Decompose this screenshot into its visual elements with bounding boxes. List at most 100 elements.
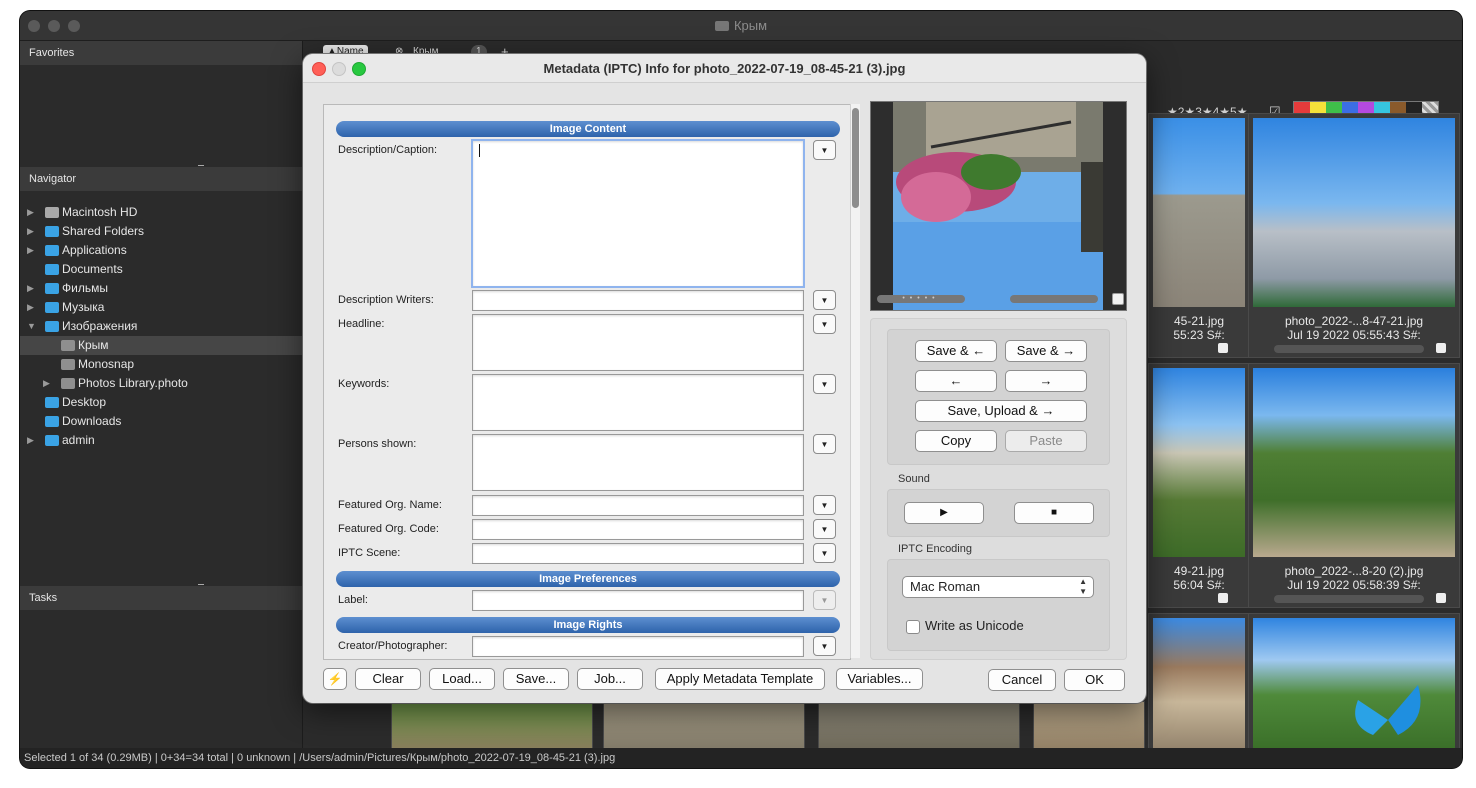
navigator-item[interactable]: Desktop — [20, 393, 302, 412]
thumbnail-checkbox[interactable] — [1436, 593, 1446, 603]
window-titlebar: Крым — [20, 11, 1462, 41]
navigator-item[interactable]: ▼ Изображения — [20, 317, 302, 336]
write-unicode-checkbox[interactable] — [906, 620, 920, 634]
lightning-button[interactable]: ⚡ — [323, 668, 347, 690]
variables-button[interactable]: Variables... — [836, 668, 923, 690]
play-sound-button[interactable]: ▶ — [904, 502, 984, 524]
navigator-header[interactable]: Navigator — [20, 167, 302, 191]
featured-org-code-field[interactable] — [472, 519, 804, 540]
navigator-item[interactable]: Monosnap — [20, 355, 302, 374]
keywords-label: Keywords: — [338, 378, 390, 390]
save-next-button[interactable]: Save & → — [1005, 340, 1087, 362]
save-prev-button[interactable]: Save & ← — [915, 340, 997, 362]
navigator-item-label: Музыка — [62, 300, 105, 314]
save-upload-next-button[interactable]: Save, Upload & → — [915, 400, 1087, 422]
navigator-item-label: Downloads — [62, 414, 122, 428]
image-preview: ••••• — [870, 101, 1127, 311]
ok-button[interactable]: OK — [1064, 669, 1125, 691]
description-writers-label: Description Writers: — [338, 294, 434, 306]
headline-field[interactable] — [472, 314, 804, 371]
navigator-item[interactable]: ▶ Фильмы — [20, 279, 302, 298]
featured-org-name-dropdown-button[interactable]: ▼ — [813, 495, 836, 515]
creator-dropdown-button[interactable]: ▼ — [813, 636, 836, 656]
thumbnail-cell[interactable] — [391, 701, 593, 755]
label-field[interactable] — [472, 590, 804, 611]
description-field[interactable] — [471, 139, 805, 288]
preview-photo — [893, 102, 1103, 310]
disclosure-closed-icon[interactable]: ▶ — [43, 374, 53, 393]
navigator-item-label: Изображения — [62, 319, 138, 333]
folder-icon — [45, 245, 59, 256]
preview-checkbox[interactable] — [1112, 293, 1124, 305]
iptc-scene-dropdown-button[interactable]: ▼ — [813, 543, 836, 563]
folder-icon — [45, 283, 59, 294]
disclosure-closed-icon[interactable]: ▶ — [27, 279, 37, 298]
navigator-item[interactable]: ▶ Photos Library.photo — [20, 374, 302, 393]
disclosure-closed-icon[interactable]: ▶ — [27, 298, 37, 317]
folder-icon — [45, 397, 59, 408]
favorites-header[interactable]: Favorites — [20, 41, 302, 65]
description-dropdown-button[interactable]: ▼ — [813, 140, 836, 160]
thumbnail-checkbox[interactable] — [1218, 593, 1228, 603]
thumbnail-cell[interactable] — [1148, 613, 1250, 758]
cancel-button[interactable]: Cancel — [988, 669, 1056, 691]
label-dropdown-button[interactable]: ▼ — [813, 590, 836, 610]
featured-org-code-dropdown-button[interactable]: ▼ — [813, 519, 836, 539]
thumbnail-cell[interactable] — [1033, 701, 1145, 755]
thumbnail-cell[interactable] — [603, 701, 805, 755]
disclosure-closed-icon[interactable]: ▶ — [27, 203, 37, 222]
disclosure-closed-icon[interactable]: ▶ — [27, 431, 37, 450]
thumbnail-cell[interactable] — [818, 701, 1020, 755]
form-scrollbar[interactable] — [850, 104, 860, 658]
creator-field[interactable] — [472, 636, 804, 657]
thumbnail-cell[interactable] — [1248, 613, 1460, 758]
stop-sound-button[interactable]: ■ — [1014, 502, 1094, 524]
disclosure-open-icon[interactable]: ▼ — [27, 317, 37, 336]
thumbnail-cell[interactable]: photo_2022-...8-47-21.jpg Jul 19 2022 05… — [1248, 113, 1460, 358]
thumbnail-checkbox[interactable] — [1436, 343, 1446, 353]
tasks-header[interactable]: Tasks — [20, 586, 302, 610]
next-button[interactable]: → — [1005, 370, 1087, 392]
description-writers-field[interactable] — [472, 290, 804, 311]
keywords-field[interactable] — [472, 374, 804, 431]
iptc-scene-field[interactable] — [472, 543, 804, 564]
load-button[interactable]: Load... — [429, 668, 495, 690]
navigator-item[interactable]: ▶ Музыка — [20, 298, 302, 317]
preview-scrollbar[interactable] — [1010, 295, 1098, 303]
copy-button[interactable]: Copy — [915, 430, 997, 452]
thumbnail-cell[interactable]: 49-21.jpg 56:04 S#: — [1148, 363, 1250, 608]
headline-dropdown-button[interactable]: ▼ — [813, 314, 836, 334]
thumbnail-cell[interactable]: 45-21.jpg 55:23 S#: — [1148, 113, 1250, 358]
navigator-item[interactable]: Крым — [20, 336, 302, 355]
dialog-title: Metadata (IPTC) Info for photo_2022-07-1… — [543, 61, 906, 76]
disclosure-closed-icon[interactable]: ▶ — [27, 222, 37, 241]
scrollbar-thumb[interactable] — [852, 108, 859, 208]
navigator-item[interactable]: ▶ admin — [20, 431, 302, 450]
apply-metadata-template-button[interactable]: Apply Metadata Template — [655, 668, 825, 690]
description-writers-dropdown-button[interactable]: ▼ — [813, 290, 836, 310]
keywords-dropdown-button[interactable]: ▼ — [813, 374, 836, 394]
save-template-button[interactable]: Save... — [503, 668, 569, 690]
navigator-item[interactable]: Documents — [20, 260, 302, 279]
clear-button[interactable]: Clear — [355, 668, 421, 690]
persons-shown-dropdown-button[interactable]: ▼ — [813, 434, 836, 454]
home-folder-icon — [45, 435, 59, 446]
thumbnail-checkbox[interactable] — [1218, 343, 1228, 353]
featured-org-name-field[interactable] — [472, 495, 804, 516]
persons-shown-field[interactable] — [472, 434, 804, 491]
encoding-select[interactable]: Mac Roman ▲ ▼ — [902, 576, 1094, 598]
thumbnail-cell[interactable]: photo_2022-...8-20 (2).jpg Jul 19 2022 0… — [1248, 363, 1460, 608]
featured-org-code-label: Featured Org. Code: — [338, 523, 439, 535]
folder-icon — [45, 264, 59, 275]
navigator-item-label: Photos Library.photo — [78, 376, 188, 390]
paste-button[interactable]: Paste — [1005, 430, 1087, 452]
prev-button[interactable]: ← — [915, 370, 997, 392]
navigator-item[interactable]: ▶ Applications — [20, 241, 302, 260]
navigator-item[interactable]: Downloads — [20, 412, 302, 431]
navigator-item[interactable]: ▶ Shared Folders — [20, 222, 302, 241]
preview-slider[interactable]: ••••• — [877, 295, 965, 303]
job-button[interactable]: Job... — [577, 668, 643, 690]
iptc-metadata-dialog: Metadata (IPTC) Info for photo_2022-07-1… — [303, 54, 1146, 703]
navigator-item[interactable]: ▶ Macintosh HD — [20, 203, 302, 222]
disclosure-closed-icon[interactable]: ▶ — [27, 241, 37, 260]
